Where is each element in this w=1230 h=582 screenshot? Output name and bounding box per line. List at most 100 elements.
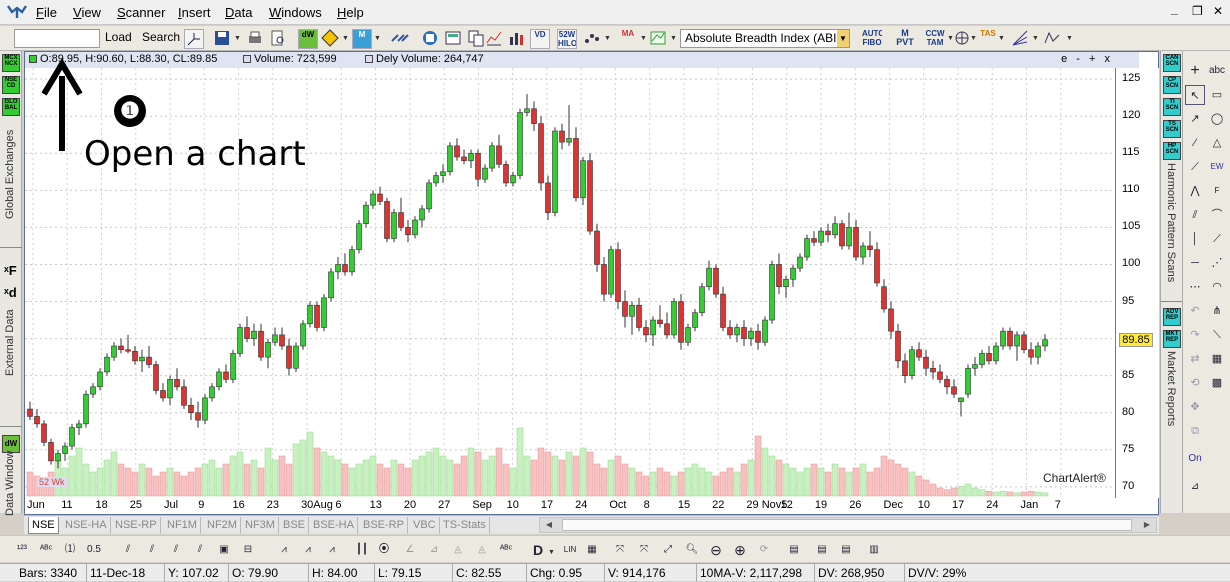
diamond-icon[interactable] (320, 29, 340, 49)
fib-fan-icon[interactable]: ⫽ (118, 541, 138, 559)
symbol-input[interactable] (14, 29, 100, 48)
mcx-ncx-icon[interactable]: MCX NCX (2, 54, 20, 72)
tab-bse[interactable]: BSE (280, 517, 310, 534)
angle-tool-icon[interactable]: ∠ (400, 541, 420, 559)
support-line-icon[interactable]: ⁄ (1185, 133, 1205, 153)
zoom-out-icon[interactable]: ⊖ (706, 541, 726, 559)
close-button[interactable]: ✕ (1213, 4, 1223, 18)
tab-vbc[interactable]: VBC (410, 517, 440, 534)
retrace-tool-icon[interactable]: ⩘ (322, 541, 342, 559)
abc-pattern-icon[interactable]: ᴬᴮᶜ (496, 541, 516, 559)
arc-tool-icon[interactable]: ◠ (1207, 277, 1227, 297)
indicator-panel-icon[interactable] (648, 29, 668, 49)
degree-tool-icon[interactable]: 0.5 (84, 541, 104, 559)
gann-tool-icon[interactable]: ⋰ (1207, 253, 1227, 273)
zoom-fit-icon[interactable]: ⤧ (610, 541, 630, 559)
cp-scn-icon[interactable]: CP SCN (1163, 76, 1181, 94)
chart-window[interactable]: O:89.95, H:90.60, L:88.30, CL:89.85 Volu… (24, 51, 1159, 515)
save-dropdown-icon[interactable]: ▼ (234, 35, 241, 42)
export-icon[interactable]: ▥ (864, 541, 884, 559)
compass-icon[interactable] (952, 29, 972, 49)
adv-rep-icon[interactable]: ADV REP (1163, 308, 1181, 326)
fib-time-icon[interactable]: ⫽ (166, 541, 186, 559)
undo-draw-icon[interactable]: ↶ (1185, 301, 1205, 321)
crosshair-tool-icon[interactable]: + (1185, 61, 1205, 81)
speed-line-icon[interactable]: ⟍ (1207, 325, 1227, 345)
redo-draw-icon[interactable]: ↷ (1185, 325, 1205, 345)
snap-on-toggle[interactable]: On (1185, 449, 1205, 469)
tab-ts-stats[interactable]: TS-Stats (440, 517, 490, 534)
mkt-rep-icon[interactable]: MKT REP (1163, 330, 1181, 348)
external-d-icon[interactable]: ˣd (4, 285, 17, 300)
bars-pattern-icon[interactable]: ┃┃ (352, 541, 372, 559)
numbers-tool-icon[interactable]: ¹²³ (12, 541, 32, 559)
diamond-dropdown-icon[interactable]: ▼ (342, 35, 349, 42)
data-window-icon[interactable]: dW (298, 29, 318, 49)
tab-bse-ha[interactable]: BSE-HA (310, 517, 358, 534)
sl-line-icon[interactable]: ⟋ (1185, 157, 1205, 177)
wedge-tool-icon[interactable]: ⩘ (274, 541, 294, 559)
ellipse-tool-icon[interactable]: ◯ (1207, 109, 1227, 129)
pointer-tool-icon[interactable]: ↖ (1185, 85, 1205, 105)
shape2-tool-icon[interactable]: ◬ (472, 541, 492, 559)
menu-insert[interactable]: Insert (178, 5, 211, 20)
horizontal-scrollbar[interactable]: ◀ ▶ (539, 517, 1157, 533)
tab-nf1m[interactable]: NF1M (164, 517, 201, 534)
zoom-box-icon[interactable]: ⤧ (634, 541, 654, 559)
fib-tool-icon[interactable]: F (1207, 181, 1227, 201)
copy-draw-icon[interactable]: ⧉ (1185, 421, 1205, 441)
d-tool-icon[interactable]: D (528, 541, 548, 559)
expand-tool-icon[interactable]: ⩘ (298, 541, 318, 559)
link-icon[interactable] (390, 29, 410, 49)
market-reports-tab[interactable]: Market Reports (1165, 351, 1177, 441)
alpha-tool-icon[interactable]: ᴬᴮᶜ (36, 541, 56, 559)
trendline-tool-icon[interactable]: ↗ (1185, 109, 1205, 129)
volume-bars-icon[interactable]: VD (530, 29, 550, 49)
fib-grid-icon[interactable]: ⊟ (238, 541, 258, 559)
arrow-tool-icon[interactable]: ⊿ (424, 541, 444, 559)
auto-fibo-icon[interactable]: AUTO FIBO (862, 29, 882, 49)
scroll-right-icon[interactable]: ▶ (1140, 518, 1154, 532)
ti-scn-icon[interactable]: TI SCN (1163, 98, 1181, 116)
ew-swing-icon[interactable]: EW (1207, 157, 1227, 177)
m-pvt-icon[interactable]: M PVT (895, 29, 915, 49)
data-window-tab[interactable]: Data Window (4, 451, 16, 516)
restore-button[interactable]: ❐ (1192, 4, 1203, 18)
shape-tool-icon[interactable]: ◬ (448, 541, 468, 559)
text-tool-icon[interactable]: abc (1207, 61, 1227, 81)
minimize-button[interactable]: _ (1171, 2, 1178, 16)
cycle-circle-icon[interactable]: ⦿ (374, 541, 394, 559)
hilo-52w-icon[interactable]: 52W HILO (557, 29, 577, 49)
ma-overlay-icon[interactable]: MA (618, 29, 638, 49)
tab-bse-rp[interactable]: BSE-RP (360, 517, 408, 534)
fib-arc-icon[interactable]: ⫽ (142, 541, 162, 559)
compass-dropdown-icon[interactable]: ▼ (970, 35, 977, 42)
fan-tool-icon[interactable]: ⟋ (1207, 229, 1227, 249)
search-button[interactable]: Search (142, 30, 180, 44)
chart-window-controls[interactable]: e - + x (1061, 52, 1113, 67)
tab-nf3m[interactable]: NF3M (242, 517, 279, 534)
vertical-line-icon[interactable]: │ (1185, 229, 1205, 249)
print-preview-icon[interactable] (268, 29, 288, 49)
indicator-select-arrow-icon[interactable]: ▼ (837, 30, 849, 47)
tab-nse-ha[interactable]: NSE-HA (62, 517, 111, 534)
cursor-crosshair-icon[interactable] (184, 29, 204, 49)
nse-cd-icon[interactable]: NSE CD (2, 76, 20, 94)
zoom-in-icon[interactable]: ⊕ (730, 541, 750, 559)
notes-icon[interactable]: ▤ (784, 541, 804, 559)
d-tool-dropdown-icon[interactable]: ▼ (548, 549, 555, 556)
save-icon[interactable] (212, 29, 232, 49)
price-chart[interactable] (25, 68, 1115, 498)
horizontal-line-icon[interactable]: ─ (1185, 253, 1205, 273)
dots-dropdown-icon[interactable]: ▼ (604, 35, 611, 42)
refresh-icon[interactable]: ⟳ (754, 541, 774, 559)
matrix-tool-icon[interactable]: ▩ (1207, 373, 1227, 393)
fib-zone-icon[interactable]: ▣ (214, 541, 234, 559)
global-exchanges-tab[interactable]: Global Exchanges (4, 119, 16, 219)
rotate-icon[interactable]: ⟲ (1185, 373, 1205, 393)
global-icon[interactable]: GLO BAL (2, 98, 20, 116)
menu-windows[interactable]: Windows (269, 5, 322, 20)
scroll-thumb[interactable] (562, 519, 1132, 531)
pattern-dropdown-icon[interactable]: ▼ (1066, 35, 1073, 42)
report-icon[interactable]: ▤ (836, 541, 856, 559)
